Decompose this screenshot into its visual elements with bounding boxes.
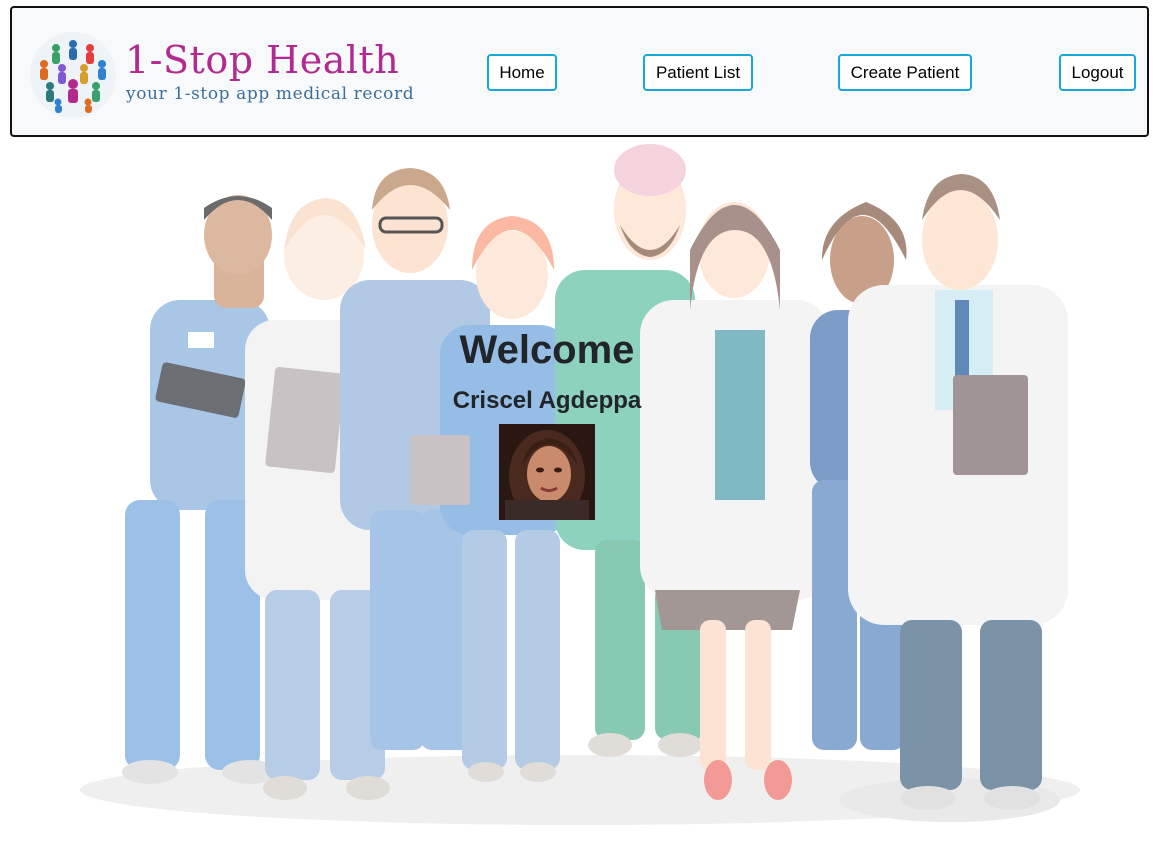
people-globe-icon bbox=[30, 32, 116, 118]
nav-logout-button[interactable]: Logout bbox=[1059, 54, 1136, 91]
brand-title: 1-Stop Health bbox=[125, 38, 400, 82]
welcome-heading: Welcome bbox=[459, 328, 635, 372]
nav-home-button[interactable]: Home bbox=[487, 54, 557, 91]
brand-tagline: your 1-stop app medical record bbox=[126, 84, 415, 104]
user-name: Criscel Agdeppa bbox=[452, 387, 642, 414]
nav-create-patient-button[interactable]: Create Patient bbox=[838, 54, 972, 91]
navbar: 1-Stop Health your 1-stop app medical re… bbox=[10, 6, 1149, 137]
user-avatar bbox=[499, 424, 595, 520]
nav-patient-list-button[interactable]: Patient List bbox=[643, 54, 753, 91]
